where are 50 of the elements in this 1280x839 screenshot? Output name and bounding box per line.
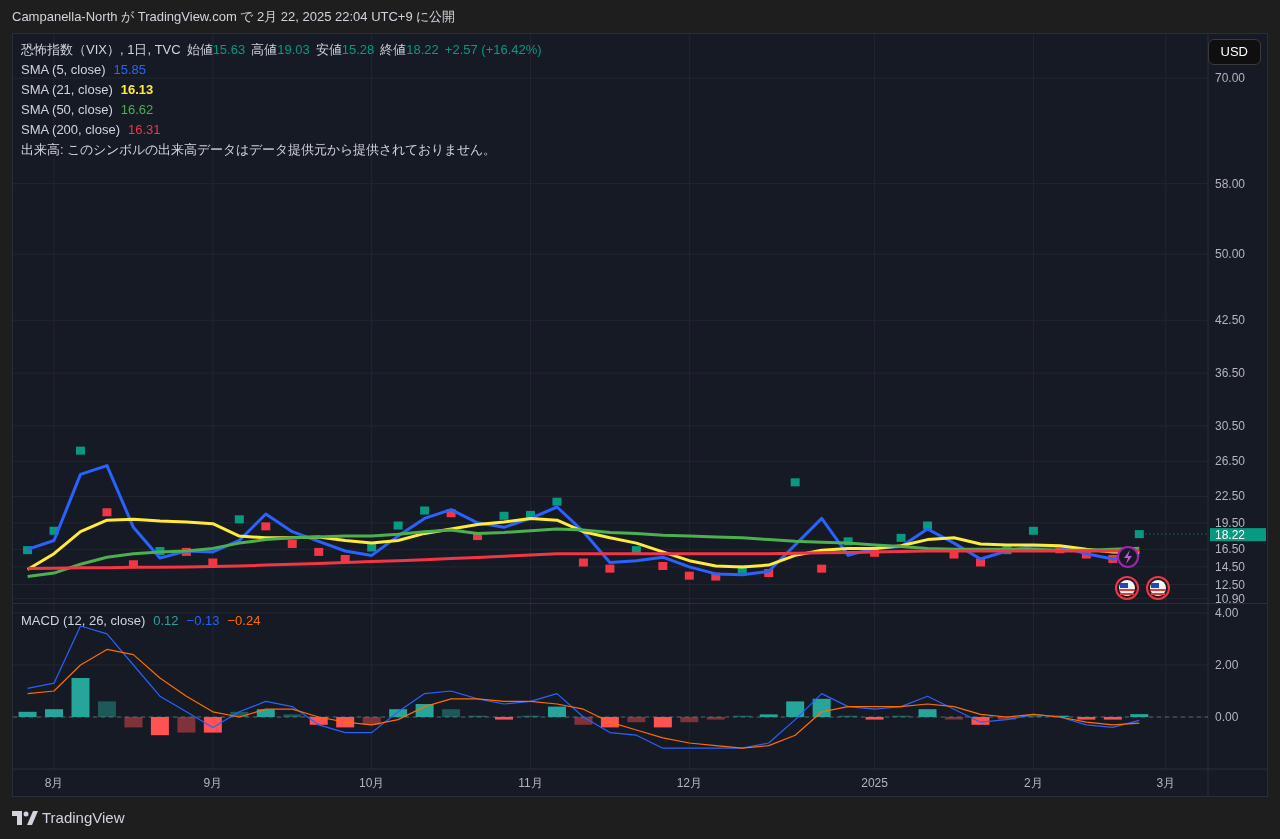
indicator-value: 16.31 — [128, 121, 161, 139]
indicator-value: 15.85 — [113, 61, 147, 79]
axis-label: 36.50 — [1215, 366, 1246, 381]
axis-label: 2月 — [1024, 776, 1043, 790]
axis-label: 30.50 — [1215, 418, 1246, 433]
axis-label: 50.00 — [1215, 247, 1246, 262]
legend-value: 15.63 — [212, 41, 246, 59]
indicator-label: SMA (200, close) — [21, 121, 120, 139]
axis-label: 10月 — [359, 776, 385, 790]
indicator-label: SMA (21, close) — [21, 81, 113, 99]
legend-value: 18.22 — [406, 41, 439, 59]
axis-label: 3月 — [1156, 776, 1176, 790]
axis-label: 12.50 — [1215, 577, 1246, 592]
axis-label: 11月 — [518, 776, 543, 790]
axis-label: 22.50 — [1215, 489, 1246, 504]
indicator-value: −0.24 — [227, 612, 261, 630]
axis-label: 26.50 — [1215, 454, 1246, 469]
indicator-label: MACD (12, 26, close) — [21, 612, 146, 630]
axis-label: 2.00 — [1215, 658, 1239, 672]
volume-note: 出来高: このシンボルの出来高データはデータ提供元から提供されておりません。 — [21, 141, 498, 159]
indicator-label: SMA (50, close) — [21, 101, 113, 119]
axis-label: 9月 — [203, 776, 223, 790]
legend-label: 高値 — [251, 41, 278, 59]
axis-label: 19.50 — [1215, 515, 1246, 530]
brand-name: TradingView — [42, 807, 125, 828]
indicator-label: SMA (5, close) — [21, 61, 106, 79]
axis-label: 70.00 — [1215, 71, 1246, 86]
indicator-value: 16.13 — [120, 81, 154, 99]
axis-label: 4.00 — [1215, 606, 1239, 620]
axis-label: 10.90 — [1215, 591, 1246, 603]
legend-label: 終値 — [380, 41, 407, 59]
legend-value: 19.03 — [277, 41, 310, 59]
axis-label: 14.50 — [1215, 559, 1246, 574]
price-change: +2.57 (+16.42%) — [444, 41, 542, 59]
axis-label: 0.00 — [1215, 710, 1239, 724]
legend-label: 始値 — [186, 41, 213, 59]
symbol-title: 恐怖指数（VIX）, 1日, TVC — [21, 41, 181, 59]
axis-label: 42.50 — [1215, 313, 1246, 328]
publish-line: Campanella-North が TradingView.com で 2月 22, 2025 22:04 UTC+9 に公開 — [12, 7, 456, 26]
indicator-value: 0.12 — [153, 612, 179, 630]
price-label: 18.22 — [1210, 527, 1266, 542]
indicator-value: 16.62 — [120, 101, 154, 119]
axis-label: 58.00 — [1215, 176, 1246, 191]
axis-label: 8月 — [44, 776, 64, 790]
legend-label: 安値 — [315, 41, 342, 59]
indicator-value: −0.13 — [186, 612, 220, 630]
legend-value: 15.28 — [341, 41, 375, 59]
axis-label: 12月 — [676, 776, 702, 790]
axis-label: 16.50 — [1215, 542, 1246, 557]
axis-label: 2025 — [861, 776, 888, 790]
